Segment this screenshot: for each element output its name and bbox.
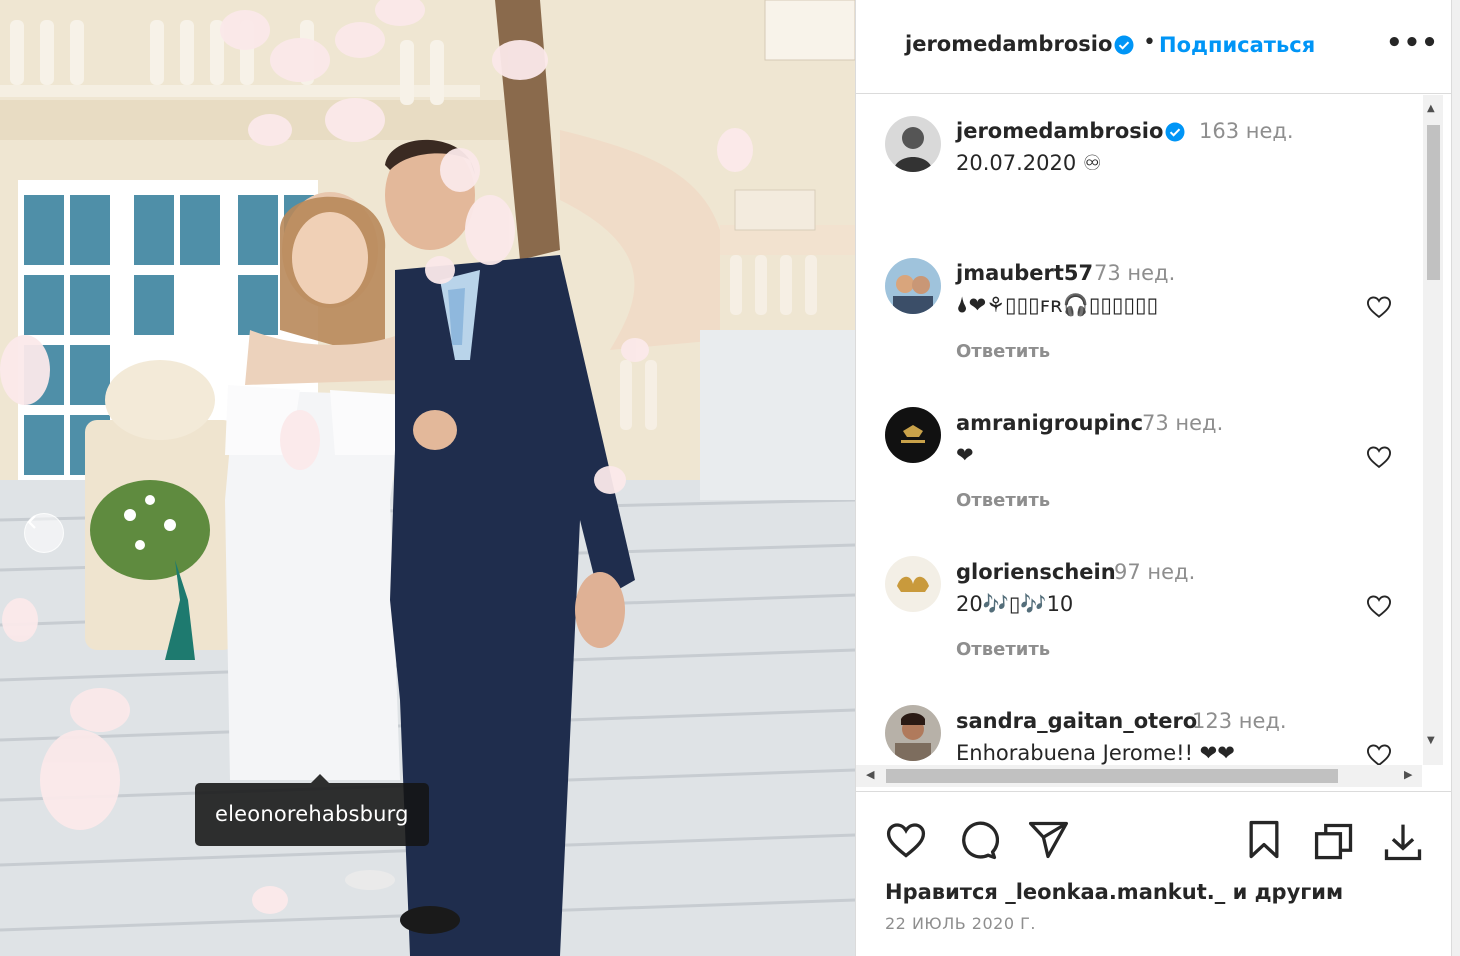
post-header: jeromedambrosio • Подписаться ••• [856, 0, 1452, 94]
comment-age[interactable]: 97 нед. [1114, 560, 1195, 584]
download-icon[interactable] [1381, 820, 1425, 864]
header-username[interactable]: jeromedambrosio [905, 32, 1112, 56]
window-edge [1452, 0, 1460, 956]
chevron-left-icon [27, 515, 36, 529]
comment-username[interactable]: glorienschein [956, 560, 1116, 584]
horizontal-scrollbar[interactable]: ◀ ▶ [856, 765, 1422, 787]
like-heart-icon[interactable] [884, 818, 928, 862]
vertical-scroll-thumb[interactable] [1427, 125, 1440, 280]
post-photo[interactable]: eleonorehabsburg [0, 0, 855, 956]
author-avatar[interactable] [885, 116, 941, 172]
scroll-up-arrow-icon[interactable]: ▲ [1427, 103, 1435, 114]
commenter-avatar[interactable] [885, 258, 941, 314]
comment-age[interactable]: 73 нед. [1094, 261, 1175, 285]
comment-text: 🌢❤⚘▯▯▯ꜰʀ🎧▯▯▯▯▯▯ [956, 293, 1159, 317]
scroll-right-arrow-icon[interactable]: ▶ [1404, 768, 1412, 781]
user-tag[interactable]: eleonorehabsburg [195, 774, 429, 846]
reply-button[interactable]: Ответить [956, 490, 1050, 511]
comment-username[interactable]: jmaubert57 [956, 261, 1093, 285]
carousel-prev-button[interactable] [24, 513, 64, 553]
likes-summary: Нравится _leonkaa.mankut._ и другим [885, 880, 1343, 904]
more-options-button[interactable]: ••• [1386, 28, 1439, 58]
like-comment-heart-icon[interactable] [1365, 592, 1393, 620]
comment-bubble-icon[interactable] [955, 818, 999, 862]
post-side-panel: jeromedambrosio • Подписаться ••• jerome… [855, 0, 1452, 956]
bookmark-save-icon[interactable] [1242, 818, 1286, 862]
copy-windows-icon[interactable] [1312, 820, 1356, 864]
reply-button[interactable]: Ответить [956, 341, 1050, 362]
comment-username[interactable]: sandra_gaitan_otero [956, 709, 1197, 733]
comments-list[interactable]: jeromedambrosio 163 нед. 20.07.2020 ♾ jm… [856, 95, 1452, 790]
vertical-scrollbar[interactable]: ▲ ▼ [1423, 95, 1443, 765]
comment-username[interactable]: amranigroupinc [956, 411, 1143, 435]
commenter-avatar[interactable] [885, 407, 941, 463]
reply-button[interactable]: Ответить [956, 639, 1050, 660]
verified-badge-icon [1165, 122, 1185, 143]
comment-text: 20🎶▯🎶10 [956, 592, 1074, 616]
verified-badge-icon [1114, 35, 1134, 56]
caption-age[interactable]: 163 нед. [1199, 119, 1294, 143]
like-comment-heart-icon[interactable] [1365, 443, 1393, 471]
comment-text: Enhorabuena Jerome!! ❤❤ [956, 741, 1235, 765]
caption-username[interactable]: jeromedambrosio [956, 119, 1163, 143]
post-date: 22 ИЮЛЬ 2020 Г. [885, 914, 1036, 933]
commenter-avatar[interactable] [885, 556, 941, 612]
post-actions: Нравится _leonkaa.mankut._ и другим 22 И… [856, 791, 1452, 956]
scroll-left-arrow-icon[interactable]: ◀ [866, 768, 874, 781]
comment-text: ❤ [956, 443, 974, 467]
horizontal-scroll-thumb[interactable] [886, 769, 1338, 783]
likes-suffix[interactable]: и другим [1233, 880, 1344, 904]
header-separator: • [1143, 30, 1156, 55]
caption-text: 20.07.2020 ♾ [956, 151, 1102, 175]
scroll-down-arrow-icon[interactable]: ▼ [1427, 735, 1435, 746]
comment-age[interactable]: 73 нед. [1142, 411, 1223, 435]
commenter-avatar[interactable] [885, 705, 941, 761]
like-comment-heart-icon[interactable] [1365, 293, 1393, 321]
likes-prefix: Нравится [885, 880, 998, 904]
likes-username-link[interactable]: _leonkaa.mankut._ [1005, 880, 1225, 904]
follow-button[interactable]: Подписаться [1159, 33, 1315, 57]
comment-age[interactable]: 123 нед. [1192, 709, 1287, 733]
share-send-icon[interactable] [1026, 818, 1070, 862]
